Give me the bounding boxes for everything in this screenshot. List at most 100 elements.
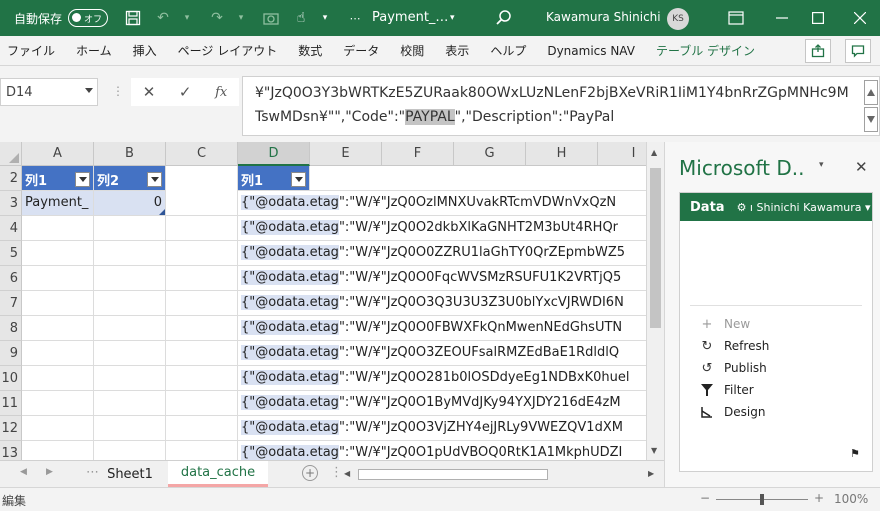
row-header[interactable]: 12 <box>0 416 22 441</box>
table1-header-2[interactable]: 列2 <box>94 166 166 191</box>
zoom-level[interactable]: 100% <box>834 492 868 506</box>
sheet-tab-data-cache[interactable]: data_cache <box>168 461 268 487</box>
save-icon[interactable] <box>122 7 144 29</box>
refresh-action[interactable]: ↻ Refresh <box>700 339 770 354</box>
row-header[interactable]: 4 <box>0 216 22 241</box>
name-box-dropdown-icon[interactable] <box>85 88 93 93</box>
sheet-tab-sheet1[interactable]: Sheet1 <box>96 461 164 487</box>
tab-dynamics-nav[interactable]: Dynamics NAV <box>547 44 635 58</box>
table-row[interactable]: {"@odata.etag":"W/¥"JzQ0O1ByMVdJKy94YXJD… <box>238 391 646 416</box>
table-row[interactable]: {"@odata.etag":"W/¥"JzQ0O1pUdVBOQ0RtK1A1… <box>238 441 646 460</box>
scroll-up-icon[interactable]: ▲ <box>651 148 657 157</box>
autosave-control[interactable]: 自動保存 オフ <box>14 9 109 27</box>
row-header[interactable]: 9 <box>0 341 22 366</box>
table-row[interactable]: {"@odata.etag":"W/¥"JzQ0O0FqcWVSMzRSUFU1… <box>238 266 646 291</box>
tab-page-layout[interactable]: ページ レイアウト <box>178 42 278 59</box>
share-button[interactable] <box>805 39 831 63</box>
tab-insert[interactable]: 挿入 <box>133 42 157 59</box>
horizontal-scrollbar[interactable]: ◀ ▶ <box>342 469 662 481</box>
row-header[interactable]: 8 <box>0 316 22 341</box>
avatar[interactable]: KS <box>667 8 689 30</box>
drag-handle-icon[interactable]: ⋮ <box>112 84 124 98</box>
cell-c[interactable] <box>166 166 238 216</box>
formula-input[interactable]: ¥"JzQ0O3Y3bWRTKzE5ZURaak80OWxLUzNLenF2bj… <box>242 76 880 136</box>
column-header-b[interactable]: B <box>94 142 166 166</box>
scroll-left-icon[interactable]: ◀ <box>344 469 350 478</box>
table-row[interactable]: {"@odata.etag":"W/¥"JzQ0O3VjZHY4ejJRLy9V… <box>238 416 646 441</box>
row-header[interactable]: 6 <box>0 266 22 291</box>
touch-dropdown-icon[interactable]: ▾ <box>314 7 336 29</box>
minimize-icon[interactable] <box>770 6 794 30</box>
tab-formulas[interactable]: 数式 <box>298 42 322 59</box>
table-row[interactable]: {"@odata.etag":"W/¥"JzQ0O0FBWXFkQnMwenNE… <box>238 316 646 341</box>
new-action[interactable]: + New <box>700 317 751 332</box>
worksheet-grid[interactable]: A B C D E F G H I 2 3 4 5 6 7 8 9 10 11 … <box>0 142 646 460</box>
name-box[interactable]: D14 <box>0 78 98 106</box>
table2-header-empty[interactable] <box>310 166 646 191</box>
tab-file[interactable]: ファイル <box>7 42 55 59</box>
camera-icon[interactable] <box>260 7 282 29</box>
redo-dropdown-icon[interactable]: ▾ <box>230 7 252 29</box>
hscroll-thumb[interactable] <box>358 469 548 480</box>
pane-options-icon[interactable]: ▾ <box>819 160 824 170</box>
close-window-icon[interactable] <box>848 6 872 30</box>
select-all-corner[interactable] <box>0 142 22 166</box>
table2-header-1[interactable]: 列1 <box>238 166 310 191</box>
filter-dropdown-icon[interactable] <box>147 172 162 187</box>
table1-header-1[interactable]: 列1 <box>22 166 94 191</box>
pane-user-menu[interactable]: ⚙ ı Shinichi Kawamura ▾ <box>737 201 871 214</box>
filter-dropdown-icon[interactable] <box>75 172 90 187</box>
search-icon[interactable] <box>494 8 514 28</box>
table-row[interactable]: {"@odata.etag":"W/¥"JzQ0O2dkbXlKaGNHT2M3… <box>238 216 646 241</box>
row-header[interactable]: 11 <box>0 391 22 416</box>
table-row[interactable]: {"@odata.etag":"W/¥"JzQ0O3ZEOUFsalRMZEdB… <box>238 341 646 366</box>
table-row[interactable]: {"@odata.etag":"W/¥"JzQ0OzlMNXUvakRTcmVD… <box>238 191 646 216</box>
comments-button[interactable] <box>845 39 871 63</box>
tab-home[interactable]: ホーム <box>76 42 112 59</box>
row-header[interactable]: 7 <box>0 291 22 316</box>
tab-data[interactable]: データ <box>343 42 379 59</box>
zoom-in-icon[interactable]: + <box>814 491 824 505</box>
pane-close-icon[interactable]: ✕ <box>855 158 868 176</box>
vertical-scrollbar[interactable]: ▲ ▼ <box>646 142 664 460</box>
column-header-c[interactable]: C <box>166 142 238 166</box>
enter-icon[interactable]: ✓ <box>179 83 192 101</box>
tab-view[interactable]: 表示 <box>445 42 469 59</box>
autosave-toggle[interactable]: オフ <box>68 9 109 27</box>
column-header-g[interactable]: G <box>454 142 526 166</box>
table-resize-handle-icon[interactable] <box>159 209 165 215</box>
maximize-icon[interactable] <box>806 6 830 30</box>
cell-a3[interactable]: Payment_ <box>22 191 94 216</box>
empty-cells[interactable] <box>22 216 238 460</box>
touch-mode-icon[interactable]: ☝ <box>290 7 312 29</box>
cell-b3[interactable]: 0 <box>94 191 166 216</box>
row-header[interactable]: 10 <box>0 366 22 391</box>
tab-review[interactable]: 校閲 <box>400 42 424 59</box>
title-dropdown-icon[interactable]: ▾ <box>450 13 455 23</box>
filter-action[interactable]: Filter <box>700 383 754 397</box>
table-row[interactable]: {"@odata.etag":"W/¥"JzQ0O3Q3U3U3Z3U0blYx… <box>238 291 646 316</box>
zoom-slider-handle[interactable] <box>760 494 764 505</box>
row-header[interactable]: 5 <box>0 241 22 266</box>
add-sheet-icon[interactable]: + <box>302 465 318 481</box>
sheet-next-icon[interactable]: ▶ <box>46 467 53 477</box>
flag-icon[interactable]: ⚑ <box>850 447 860 460</box>
filter-dropdown-icon[interactable] <box>291 172 306 187</box>
design-action[interactable]: Design <box>700 405 765 419</box>
column-header-e[interactable]: E <box>310 142 382 166</box>
column-header-d[interactable]: D <box>238 142 310 166</box>
sheet-prev-icon[interactable]: ◀ <box>20 467 27 477</box>
scroll-right-icon[interactable]: ▶ <box>648 469 654 478</box>
publish-action[interactable]: ↺ Publish <box>700 361 767 376</box>
redo-icon[interactable]: ↷ <box>206 7 228 29</box>
document-title[interactable]: Payment_… <box>372 10 448 25</box>
row-header[interactable]: 2 <box>0 166 22 191</box>
formula-scroll[interactable] <box>864 80 878 132</box>
table-row[interactable]: {"@odata.etag":"W/¥"JzQ0O281b0lOSDdyeEg1… <box>238 366 646 391</box>
customize-qat-icon[interactable]: ⋯ <box>344 7 366 29</box>
cancel-icon[interactable]: ✕ <box>143 83 156 101</box>
column-header-h[interactable]: H <box>526 142 598 166</box>
scroll-down-icon[interactable]: ▼ <box>651 446 657 455</box>
ribbon-display-icon[interactable] <box>724 6 748 30</box>
table-row[interactable]: {"@odata.etag":"W/¥"JzQ0O0ZZRU1laGhTY0Qr… <box>238 241 646 266</box>
